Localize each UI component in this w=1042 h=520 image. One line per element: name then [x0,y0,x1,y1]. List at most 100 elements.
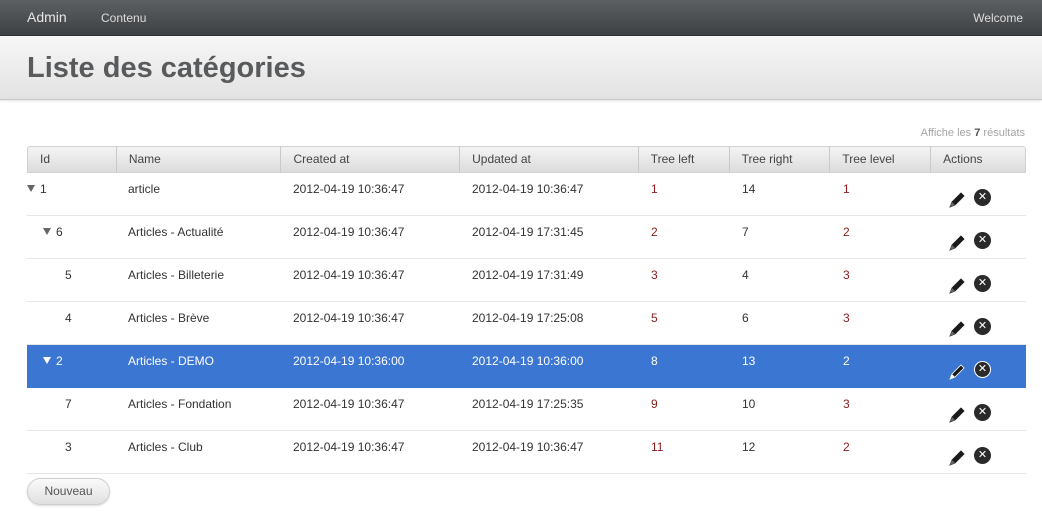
cell-actions: ✕ [932,388,1026,430]
cell-updated-at: 2012-04-19 10:36:47 [472,440,584,454]
table-row[interactable]: 1 article 2012-04-19 10:36:47 2012-04-19 10… [27,173,1026,216]
new-category-button[interactable]: Nouveau [27,478,110,505]
cell-name: Articles - Club [128,440,203,454]
cell-updated-at: 2012-04-19 17:25:08 [472,311,584,325]
tree-toggle-icon[interactable] [43,228,51,236]
column-header-actions: Actions [943,152,983,166]
column-header-tree-level[interactable]: Tree level [830,147,932,172]
brand-link[interactable]: Admin [27,9,67,25]
cell-name: Articles - Billeterie [128,268,225,282]
cell-id: 5 [27,259,116,301]
cell-id: 6 [27,216,116,258]
cell-id-value: 1 [40,182,47,196]
close-circle-icon[interactable]: ✕ [974,361,991,378]
column-header-updated-at[interactable]: Updated at [460,147,639,172]
column-header-id[interactable]: Id [28,147,117,172]
table-row[interactable]: 2 Articles - DEMO 2012-04-19 10:36:00 2012-… [27,345,1026,388]
table-header: Id Name Created at Updated at Tree left … [27,146,1026,173]
close-circle-icon[interactable]: ✕ [974,318,991,335]
cell-created-at: 2012-04-19 10:36:47 [293,440,405,454]
table-row[interactable]: 4 Articles - Brève 2012-04-19 10:36:47 2012… [27,302,1026,345]
column-header-name[interactable]: Name [117,147,282,172]
cell-tree-left: 8 [651,354,658,368]
cell-tree-level: 3 [843,268,850,282]
cell-id: 2 [27,345,116,387]
categories-table: Id Name Created at Updated at Tree left … [27,146,1026,474]
cell-actions: ✕ [932,431,1026,473]
cell-name: Articles - Fondation [128,397,232,411]
top-navbar: Admin Contenu Welcome [0,0,1042,36]
cell-tree-right: 6 [742,311,749,325]
pencil-icon[interactable] [948,361,966,380]
close-circle-icon[interactable]: ✕ [974,275,991,292]
cell-tree-level: 1 [843,182,850,196]
pencil-icon[interactable] [948,232,966,251]
cell-name: Articles - DEMO [128,354,215,368]
close-circle-icon[interactable]: ✕ [974,232,991,249]
cell-updated-at: 2012-04-19 17:25:35 [472,397,584,411]
cell-actions: ✕ [932,302,1026,344]
cell-id: 4 [27,302,116,344]
pencil-icon[interactable] [948,404,966,423]
cell-name: article [128,182,161,196]
cell-created-at: 2012-04-19 10:36:47 [293,397,405,411]
cell-name: Articles - Brève [128,311,210,325]
close-circle-icon[interactable]: ✕ [974,404,991,421]
results-number: 7 [974,127,981,139]
nav-item-contenu[interactable]: Contenu [101,11,146,25]
column-header-tree-right[interactable]: Tree right [730,147,831,172]
cell-id-value: 5 [65,268,72,282]
cell-tree-right: 12 [742,440,756,454]
column-header-tree-left[interactable]: Tree left [639,147,730,172]
page-title: Liste des catégories [27,52,306,84]
cell-actions: ✕ [932,345,1026,387]
cell-tree-right: 14 [742,182,756,196]
cell-tree-left: 1 [651,182,658,196]
cell-id-value: 7 [65,397,72,411]
cell-created-at: 2012-04-19 10:36:47 [293,182,405,196]
cell-tree-level: 2 [843,440,850,454]
tree-toggle-icon[interactable] [43,357,51,365]
cell-created-at: 2012-04-19 10:36:47 [293,268,405,282]
table-row[interactable]: 6 Articles - Actualité 2012-04-19 10:36:47… [27,216,1026,259]
cell-id: 7 [27,388,116,430]
cell-tree-left: 3 [651,268,658,282]
cell-updated-at: 2012-04-19 10:36:00 [472,354,584,368]
close-circle-icon[interactable]: ✕ [974,447,991,464]
cell-tree-level: 2 [843,354,850,368]
column-header-created-at[interactable]: Created at [281,147,461,172]
cell-id: 1 [27,173,116,215]
cell-updated-at: 2012-04-19 17:31:49 [472,268,584,282]
close-circle-icon[interactable]: ✕ [974,189,991,206]
cell-name: Articles - Actualité [128,225,224,239]
cell-tree-right: 10 [742,397,756,411]
cell-created-at: 2012-04-19 10:36:47 [293,311,405,325]
cell-actions: ✕ [932,216,1026,258]
table-row[interactable]: 5 Articles - Billeterie 2012-04-19 10:36:4… [27,259,1026,302]
page-header: Liste des catégories [0,36,1042,100]
cell-updated-at: 2012-04-19 10:36:47 [472,182,584,196]
cell-tree-left: 9 [651,397,658,411]
cell-created-at: 2012-04-19 10:36:00 [293,354,405,368]
results-prefix: Affiche les [920,127,972,139]
tree-toggle-icon[interactable] [27,185,35,193]
cell-tree-left: 5 [651,311,658,325]
pencil-icon[interactable] [948,189,966,208]
cell-actions: ✕ [932,173,1026,215]
pencil-icon[interactable] [948,447,966,466]
table-body: 1 article 2012-04-19 10:36:47 2012-04-19 10… [27,173,1026,474]
cell-tree-level: 2 [843,225,850,239]
pencil-icon[interactable] [948,318,966,337]
cell-id-value: 6 [56,225,63,239]
table-row[interactable]: 7 Articles - Fondation 2012-04-19 10:36:47… [27,388,1026,431]
cell-id: 3 [27,431,116,473]
cell-updated-at: 2012-04-19 17:31:45 [472,225,584,239]
cell-id-value: 3 [65,440,72,454]
welcome-link[interactable]: Welcome [973,11,1023,25]
table-row[interactable]: 3 Articles - Club 2012-04-19 10:36:47 2012-… [27,431,1026,474]
results-count: Affiche les 7 résultats [921,127,1025,139]
cell-actions: ✕ [932,259,1026,301]
cell-tree-left: 11 [651,440,664,454]
pencil-icon[interactable] [948,275,966,294]
cell-tree-right: 7 [742,225,749,239]
